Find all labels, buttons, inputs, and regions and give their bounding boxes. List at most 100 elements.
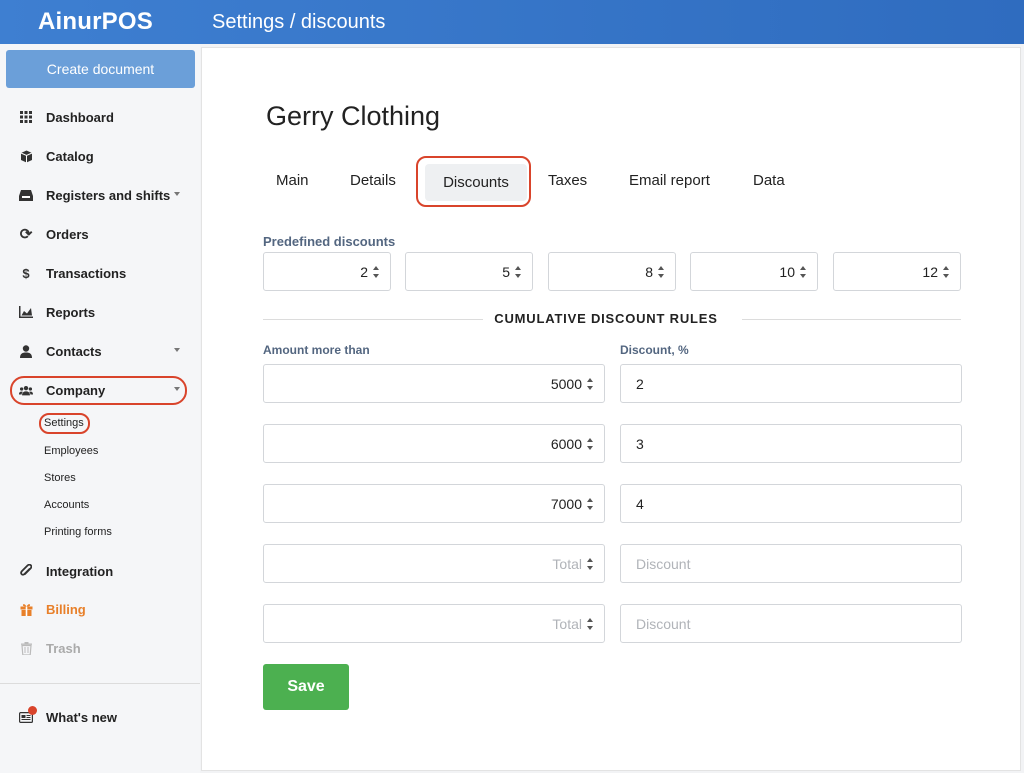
amount-input-empty[interactable]: Total <box>263 544 605 583</box>
amount-placeholder: Total <box>552 615 582 632</box>
discount-value: 3 <box>636 435 644 452</box>
trash-icon <box>19 641 33 655</box>
discount-input[interactable]: 2 <box>620 364 962 403</box>
sidebar-item-integration[interactable]: Integration <box>0 556 200 586</box>
discount-column-label: Discount, % <box>620 343 689 357</box>
discount-input[interactable]: 4 <box>620 484 962 523</box>
predefined-discount-input[interactable]: 12 <box>833 252 961 291</box>
dollar-icon: $ <box>22 265 30 281</box>
gift-icon <box>19 602 33 616</box>
notification-dot <box>28 706 37 715</box>
stepper-icon[interactable] <box>800 265 807 278</box>
sidebar-item-label: What's new <box>46 709 117 725</box>
sidebar-item-orders[interactable]: ⟳ Orders <box>0 219 200 249</box>
amount-input[interactable]: 6000 <box>263 424 605 463</box>
sidebar-item-billing[interactable]: Billing <box>0 594 200 624</box>
stepper-icon[interactable] <box>587 497 594 510</box>
sidebar-item-label: Transactions <box>46 265 127 281</box>
predefined-discount-value: 8 <box>645 263 653 280</box>
chevron-down-icon <box>174 192 180 196</box>
create-document-button[interactable]: Create document <box>6 50 195 88</box>
amount-input[interactable]: 7000 <box>263 484 605 523</box>
predefined-discount-input[interactable]: 5 <box>405 252 533 291</box>
sidebar-item-label: Orders <box>46 226 89 242</box>
sidebar-item-label: Reports <box>46 304 96 320</box>
sidebar-item-transactions[interactable]: $ Transactions <box>0 258 200 288</box>
tab-email-report[interactable]: Email report <box>629 172 710 189</box>
stepper-icon[interactable] <box>587 617 594 630</box>
page-title: Settings / discounts <box>212 10 386 33</box>
tab-taxes[interactable]: Taxes <box>548 172 587 189</box>
stepper-icon[interactable] <box>587 557 594 570</box>
predefined-discount-input[interactable]: 8 <box>548 252 676 291</box>
sidebar-item-registers[interactable]: Registers and shifts <box>0 180 200 210</box>
amount-column-label: Amount more than <box>263 343 370 357</box>
user-icon <box>19 344 33 358</box>
predefined-discount-input[interactable]: 10 <box>690 252 818 291</box>
sidebar-divider <box>0 683 200 684</box>
predefined-discount-input[interactable]: 2 <box>263 252 391 291</box>
stepper-icon[interactable] <box>515 265 522 278</box>
discount-value: 2 <box>636 375 644 392</box>
paperclip-icon <box>19 564 33 578</box>
sidebar-item-reports[interactable]: Reports <box>0 297 200 327</box>
discount-placeholder: Discount <box>636 615 691 632</box>
sidebar-subitem-printing-forms[interactable]: Printing forms <box>44 526 112 538</box>
sidebar: Create document Dashboard Catalog Regist… <box>0 44 200 773</box>
amount-value: 5000 <box>550 375 582 392</box>
predefined-discount-value: 5 <box>502 263 510 280</box>
main-panel: Gerry Clothing Main Details Discounts Ta… <box>201 47 1021 771</box>
section-title: CUMULATIVE DISCOUNT RULES <box>494 311 718 326</box>
stepper-icon[interactable] <box>587 377 594 390</box>
top-header: AinurPOS Settings / discounts <box>0 0 1024 44</box>
sidebar-item-label: Trash <box>46 640 81 656</box>
grid-icon <box>19 110 33 124</box>
stepper-icon[interactable] <box>658 265 665 278</box>
discount-input-empty[interactable]: Discount <box>620 604 962 643</box>
tab-details[interactable]: Details <box>350 172 396 189</box>
predefined-discount-value: 12 <box>922 263 938 280</box>
amount-input-empty[interactable]: Total <box>263 604 605 643</box>
tab-data[interactable]: Data <box>753 172 785 189</box>
amount-value: 6000 <box>550 435 582 452</box>
discount-placeholder: Discount <box>636 555 691 572</box>
register-icon <box>19 188 33 202</box>
sidebar-subitem-employees[interactable]: Employees <box>44 445 98 457</box>
refresh-icon: ⟳ <box>19 226 33 243</box>
chart-icon <box>19 305 33 319</box>
sidebar-item-label: Integration <box>46 563 114 579</box>
sidebar-item-label: Registers and shifts <box>46 187 171 203</box>
stepper-icon[interactable] <box>373 265 380 278</box>
sidebar-item-trash[interactable]: Trash <box>0 633 200 663</box>
discounts-tab-highlight-ring <box>416 156 531 207</box>
tab-main[interactable]: Main <box>276 172 309 189</box>
sidebar-subitem-accounts[interactable]: Accounts <box>44 499 89 511</box>
sidebar-item-dashboard[interactable]: Dashboard <box>0 102 200 132</box>
sidebar-item-contacts[interactable]: Contacts <box>0 336 200 366</box>
predefined-discount-value: 2 <box>360 263 368 280</box>
amount-placeholder: Total <box>552 555 582 572</box>
predefined-discount-value: 10 <box>779 263 795 280</box>
section-divider-right <box>742 319 961 320</box>
app-logo[interactable]: AinurPOS <box>0 8 200 36</box>
sidebar-item-label: Contacts <box>46 343 102 359</box>
company-highlight-ring <box>10 376 187 405</box>
box-icon <box>19 149 33 163</box>
settings-highlight-ring <box>39 413 90 434</box>
sidebar-item-catalog[interactable]: Catalog <box>0 141 200 171</box>
discount-input[interactable]: 3 <box>620 424 962 463</box>
discount-input-empty[interactable]: Discount <box>620 544 962 583</box>
sidebar-subitem-stores[interactable]: Stores <box>44 472 76 484</box>
save-button[interactable]: Save <box>263 664 349 710</box>
amount-input[interactable]: 5000 <box>263 364 605 403</box>
chevron-down-icon <box>174 348 180 352</box>
predefined-discounts-label: Predefined discounts <box>263 234 396 249</box>
stepper-icon[interactable] <box>587 437 594 450</box>
sidebar-item-label: Dashboard <box>46 109 114 125</box>
sidebar-item-label: Billing <box>46 601 86 617</box>
company-name-heading: Gerry Clothing <box>266 101 441 131</box>
discount-value: 4 <box>636 495 644 512</box>
sidebar-item-label: Catalog <box>46 148 94 164</box>
stepper-icon[interactable] <box>943 265 950 278</box>
amount-value: 7000 <box>550 495 582 512</box>
